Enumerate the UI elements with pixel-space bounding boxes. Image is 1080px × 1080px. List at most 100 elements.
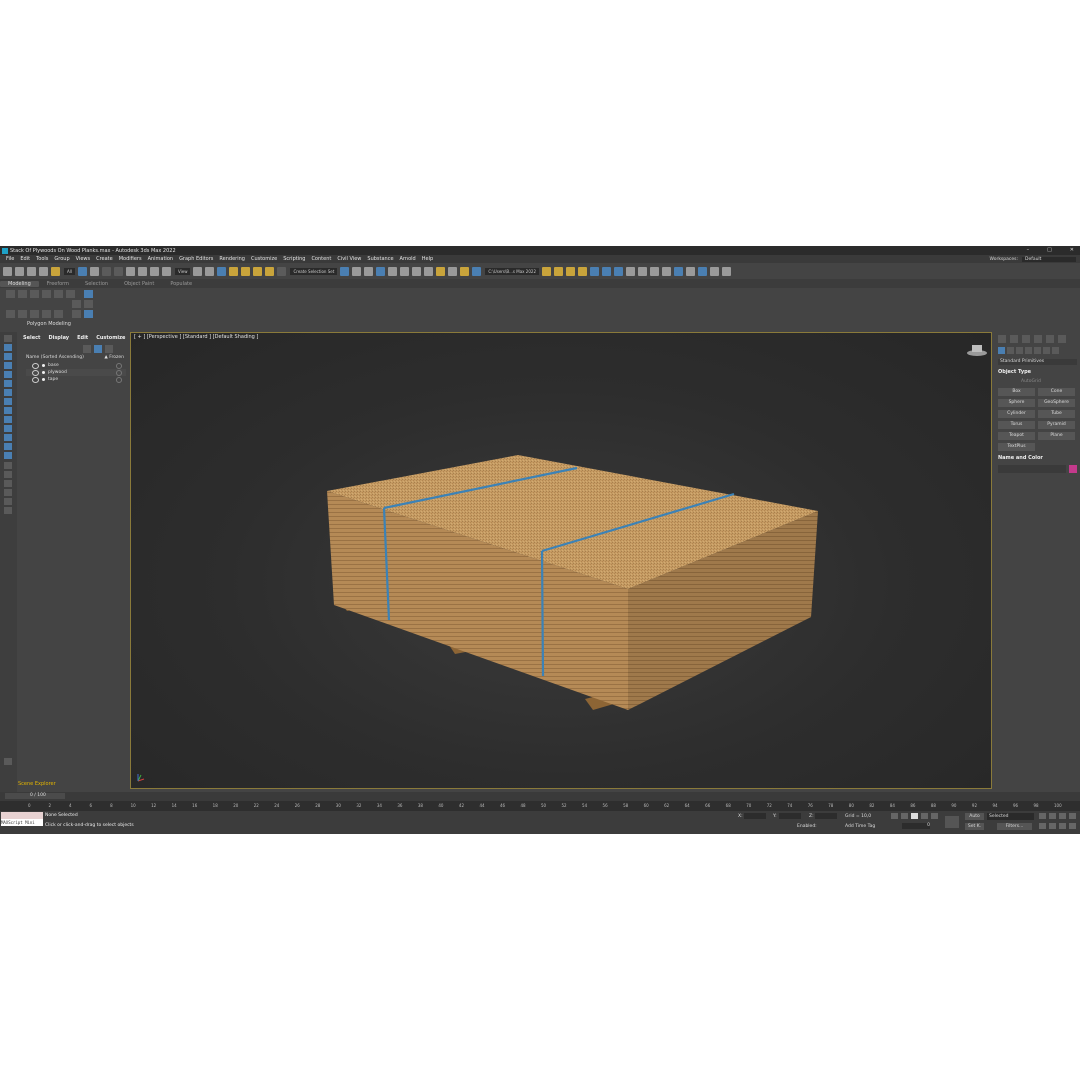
tab-object-paint[interactable]: Object Paint [116,281,162,287]
list-item[interactable]: base [26,362,126,369]
percent-snap-icon[interactable] [253,266,263,276]
torus-button[interactable]: Torus [998,421,1035,429]
ribbon-tool-icon[interactable] [72,300,81,308]
move-icon[interactable] [125,266,135,276]
select-object-icon[interactable] [77,266,87,276]
ribbon-tool-icon[interactable] [72,310,81,318]
arnold-icon[interactable] [589,266,599,276]
visibility-eye-icon[interactable] [32,369,39,376]
angle-snap-icon[interactable] [241,266,251,276]
clear-filter-icon[interactable] [83,345,91,353]
textplus-button[interactable]: TextPlus [998,443,1035,451]
containers-filter-icon[interactable] [4,434,12,441]
menu-civil-view[interactable]: Civil View [337,256,361,262]
ribbon-tool-icon[interactable] [6,290,15,298]
maximize-button[interactable]: □ [1047,247,1052,253]
ribbon-tool-icon[interactable] [84,310,93,318]
asset-folder-icon[interactable] [577,266,587,276]
freeze-icon[interactable] [116,362,122,369]
add-time-tag[interactable]: Add Time Tag [845,824,875,829]
systems-icon[interactable] [1052,347,1059,354]
cameras-icon[interactable] [1025,347,1032,354]
project-path-dropdown[interactable]: C:\Users\B...s Max 2022 [485,267,539,275]
shapes-icon[interactable] [1007,347,1014,354]
pyramid-button[interactable]: Pyramid [1038,421,1075,429]
explorer-tab-edit[interactable]: Edit [77,335,88,341]
camera-icon[interactable] [637,266,647,276]
undo-icon[interactable] [3,266,12,276]
viewcube-icon[interactable] [967,345,987,356]
skydome-icon[interactable] [613,266,623,276]
display-tool-icon[interactable] [4,344,12,351]
render-setup-icon[interactable] [436,266,446,276]
reference-coord-dropdown[interactable]: View [174,267,191,275]
spinner-snap-icon[interactable] [265,266,275,276]
minimize-button[interactable]: – [1027,247,1030,253]
tab-modeling[interactable]: Modeling [0,280,39,287]
display-tab-icon[interactable] [1046,335,1054,343]
set-key-icon[interactable] [945,816,959,828]
groups-filter-icon[interactable] [4,407,12,414]
menu-help[interactable]: Help [422,256,433,262]
zoom-extents-all-icon[interactable] [1069,813,1076,819]
perspective-viewport[interactable]: [ + ] [Perspective ] [Standard ] [Defaul… [130,332,992,789]
workspace-dropdown[interactable]: Default [1022,256,1076,262]
y-coordinate-field[interactable] [779,813,801,819]
bones-filter-icon[interactable] [4,425,12,432]
ribbon-tool-icon[interactable] [84,300,93,308]
explorer-tab-customize[interactable]: Customize [96,335,125,341]
field-of-view-icon[interactable] [1039,823,1046,829]
geometry-icon[interactable] [998,347,1005,354]
ribbon-tool-icon[interactable] [18,310,27,318]
mesh-light-icon[interactable] [661,266,671,276]
menu-customize[interactable]: Customize [251,256,277,262]
rendered-frame-icon[interactable] [448,266,458,276]
time-slider-thumb[interactable]: 0 / 100 [5,793,65,799]
hidden-filter-icon[interactable] [4,452,12,459]
save-folder-icon[interactable] [565,266,575,276]
lights-icon[interactable] [1016,347,1023,354]
object-type-rollout[interactable]: Object Type [998,369,1077,375]
create-tab-icon[interactable] [998,335,1006,343]
frozen-column-label[interactable]: ▲ Frozen [104,355,124,360]
snap-toggle-icon[interactable] [229,266,239,276]
mirror-icon[interactable] [340,266,350,276]
box-button[interactable]: Box [998,388,1035,396]
schematic-view-icon[interactable] [412,266,422,276]
key-filter-dropdown[interactable]: Selected [987,813,1034,820]
cameras-filter-icon[interactable] [4,380,12,387]
sphere-button[interactable]: Sphere [998,399,1035,407]
time-slider[interactable]: 0 / 100 [0,792,1080,801]
unlink-icon[interactable] [39,266,48,276]
go-to-start-icon[interactable] [891,813,898,819]
edit-named-sets-icon[interactable] [277,266,287,276]
open-folder-icon[interactable] [553,266,563,276]
ribbon-tool-icon[interactable] [54,310,63,318]
ribbon-tool-icon[interactable] [42,310,51,318]
zoom-extents-icon[interactable] [1059,813,1066,819]
motion-tab-icon[interactable] [1034,335,1042,343]
bulb-icon[interactable] [685,266,695,276]
ipr-icon[interactable] [649,266,659,276]
scene-icon[interactable] [673,266,683,276]
menu-create[interactable]: Create [96,256,113,262]
track-bar[interactable]: 0 2 4 6 8 10 12 14 16 18 20 22 24 26 28 30 32 34 36 38 40 42 4… [0,801,1080,811]
set-key-button[interactable]: Set K. [965,823,984,830]
invert-icon[interactable] [4,480,12,487]
link-icon[interactable] [27,266,36,276]
shapes-filter-icon[interactable] [4,362,12,369]
pan-icon[interactable] [1049,823,1056,829]
manipulate-icon[interactable] [205,266,215,276]
placement-icon[interactable] [161,266,171,276]
ribbon-tool-icon[interactable] [42,290,51,298]
zoom-all-icon[interactable] [1049,813,1056,819]
tab-freeform[interactable]: Freeform [39,281,77,287]
teapot-button[interactable]: Teapot [998,432,1035,440]
menu-arnold[interactable]: Arnold [400,256,416,262]
auto-key-button[interactable]: Auto [965,813,984,820]
pivot-icon[interactable] [193,266,203,276]
primitive-type-dropdown[interactable]: Standard Primitives [998,359,1077,365]
menu-views[interactable]: Views [76,256,90,262]
material-editor-icon[interactable] [424,266,434,276]
list-item[interactable]: plywood [26,369,126,376]
